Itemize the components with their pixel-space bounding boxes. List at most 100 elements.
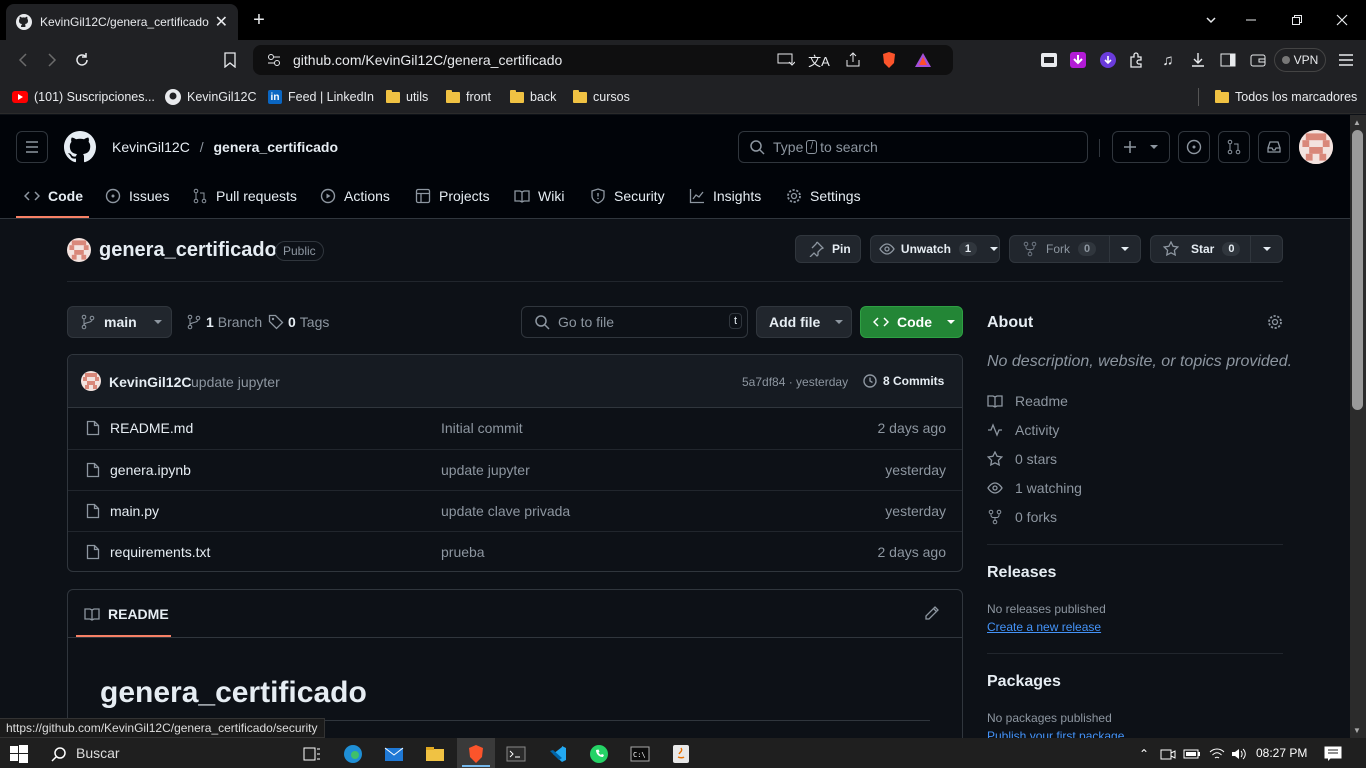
brave-shields-icon[interactable] bbox=[878, 49, 900, 71]
tab-close-icon[interactable]: ✕ bbox=[215, 12, 228, 32]
create-new-button[interactable] bbox=[1112, 131, 1170, 163]
add-file-button[interactable]: Add file bbox=[756, 306, 852, 338]
bookmark-linkedin[interactable]: in Feed | LinkedIn bbox=[268, 88, 374, 106]
branches-link[interactable]: 1 Branch bbox=[186, 314, 262, 330]
file-name[interactable]: README.md bbox=[110, 420, 193, 436]
pull-requests-button[interactable] bbox=[1218, 131, 1250, 163]
commit-hash-time[interactable]: 5a7df84 · yesterday bbox=[742, 375, 848, 389]
cast-icon[interactable] bbox=[775, 49, 797, 71]
media-icon[interactable]: ♫ bbox=[1157, 49, 1179, 71]
volume-icon[interactable] bbox=[1228, 743, 1250, 765]
commit-message[interactable]: update jupyter bbox=[191, 374, 280, 390]
tab-search-chevron-icon[interactable] bbox=[1199, 8, 1223, 32]
readme-tab[interactable]: README bbox=[84, 606, 169, 622]
tags-link[interactable]: 0 Tags bbox=[268, 314, 329, 330]
search-input[interactable]: Type / to search bbox=[738, 131, 1088, 163]
battery-icon[interactable] bbox=[1181, 743, 1203, 765]
edit-readme-icon[interactable] bbox=[924, 605, 940, 621]
windows-start-icon[interactable] bbox=[8, 743, 30, 765]
tab-settings[interactable]: Settings bbox=[786, 185, 861, 207]
about-forks-link[interactable]: 0 forks bbox=[987, 507, 1057, 527]
whatsapp-icon[interactable] bbox=[588, 743, 610, 765]
wifi-icon[interactable] bbox=[1206, 743, 1228, 765]
bookmark-folder-back[interactable]: back bbox=[510, 88, 556, 106]
releases-title[interactable]: Releases bbox=[987, 564, 1056, 582]
new-tab-icon[interactable]: + bbox=[247, 8, 271, 32]
close-window-icon[interactable] bbox=[1330, 8, 1354, 32]
table-row[interactable]: genera.ipynb update jupyter yesterday bbox=[68, 449, 962, 490]
bookmark-folder-cursos[interactable]: cursos bbox=[573, 88, 630, 106]
about-watching-link[interactable]: 1 watching bbox=[987, 478, 1082, 498]
java-app-icon[interactable] bbox=[670, 743, 692, 765]
taskbar-search-input[interactable]: Buscar bbox=[76, 745, 120, 761]
go-to-file-input[interactable]: Go to file t bbox=[521, 306, 748, 338]
tab-insights[interactable]: Insights bbox=[689, 185, 761, 207]
brave-icon[interactable] bbox=[465, 743, 487, 765]
issues-button[interactable] bbox=[1178, 131, 1210, 163]
mail-icon[interactable] bbox=[383, 743, 405, 765]
scrollbar-thumb[interactable] bbox=[1352, 130, 1363, 410]
owner-link[interactable]: KevinGil12C bbox=[112, 139, 190, 155]
commit-author[interactable]: KevinGil12C bbox=[109, 374, 191, 390]
wallet-icon[interactable] bbox=[1247, 49, 1269, 71]
tab-code[interactable]: Code bbox=[24, 185, 83, 207]
tab-wiki[interactable]: Wiki bbox=[514, 185, 564, 207]
browser-tab[interactable]: KevinGil12C/genera_certificado ✕ bbox=[6, 4, 238, 40]
about-settings-icon[interactable] bbox=[1267, 314, 1283, 330]
vpn-button[interactable]: VPN bbox=[1274, 48, 1326, 72]
notifications-icon[interactable] bbox=[1322, 743, 1344, 765]
create-release-link[interactable]: Create a new release bbox=[987, 620, 1101, 634]
hamburger-menu-button[interactable] bbox=[16, 131, 48, 163]
bookmark-all-folder[interactable]: Todos los marcadores bbox=[1215, 88, 1357, 106]
repo-title[interactable]: genera_certificado bbox=[99, 239, 277, 262]
file-explorer-icon[interactable] bbox=[424, 743, 446, 765]
clock-time[interactable]: 08:27 PM bbox=[1256, 746, 1307, 760]
pin-button[interactable]: Pin bbox=[795, 235, 861, 263]
repo-link[interactable]: genera_certificado bbox=[214, 139, 339, 155]
translate-icon[interactable]: 文A bbox=[808, 49, 830, 71]
tab-issues[interactable]: Issues bbox=[105, 185, 169, 207]
task-view-icon[interactable] bbox=[301, 743, 323, 765]
show-hidden-icons-icon[interactable]: ⌃ bbox=[1133, 743, 1155, 765]
file-name[interactable]: genera.ipynb bbox=[110, 462, 191, 478]
site-settings-icon[interactable] bbox=[267, 53, 281, 67]
packages-title[interactable]: Packages bbox=[987, 673, 1061, 691]
browser-menu-icon[interactable] bbox=[1335, 49, 1357, 71]
star-button[interactable]: Star 0 bbox=[1150, 235, 1283, 263]
user-avatar[interactable] bbox=[1299, 130, 1333, 164]
vscode-icon[interactable] bbox=[547, 743, 569, 765]
scroll-down-icon[interactable]: ▼ bbox=[1353, 726, 1361, 735]
extensions-puzzle-icon[interactable] bbox=[1126, 49, 1148, 71]
publish-package-link[interactable]: Publish your first package bbox=[987, 729, 1124, 738]
fork-button[interactable]: Fork 0 bbox=[1009, 235, 1141, 263]
file-name[interactable]: requirements.txt bbox=[110, 544, 210, 560]
taskbar-search-icon[interactable] bbox=[48, 743, 70, 765]
table-row[interactable]: main.py update clave privada yesterday bbox=[68, 490, 962, 531]
back-icon[interactable] bbox=[12, 49, 34, 71]
bookmark-github[interactable]: KevinGil12C bbox=[165, 88, 256, 106]
reload-icon[interactable] bbox=[71, 49, 93, 71]
file-commit-message[interactable]: update clave privada bbox=[441, 503, 570, 519]
terminal-icon[interactable] bbox=[505, 743, 527, 765]
share-icon[interactable] bbox=[842, 49, 864, 71]
branch-select[interactable]: main bbox=[67, 306, 172, 338]
code-button[interactable]: Code bbox=[860, 306, 963, 338]
sidebar-icon[interactable] bbox=[1217, 49, 1239, 71]
file-name[interactable]: main.py bbox=[110, 503, 159, 519]
extension-circle-icon[interactable] bbox=[1097, 49, 1119, 71]
bookmark-youtube[interactable]: (101) Suscripciones... bbox=[12, 88, 155, 106]
file-commit-message[interactable]: Initial commit bbox=[441, 420, 523, 436]
tab-security[interactable]: Security bbox=[590, 185, 665, 207]
bookmark-folder-front[interactable]: front bbox=[446, 88, 491, 106]
extension-download-icon[interactable] bbox=[1067, 49, 1089, 71]
unwatch-button[interactable]: Unwatch 1 bbox=[870, 235, 1000, 263]
scroll-up-icon[interactable]: ▲ bbox=[1353, 118, 1361, 127]
bookmark-folder-utils[interactable]: utils bbox=[386, 88, 428, 106]
inbox-button[interactable] bbox=[1258, 131, 1290, 163]
edge-icon[interactable] bbox=[342, 743, 364, 765]
file-commit-message[interactable]: update jupyter bbox=[441, 462, 530, 478]
tab-actions[interactable]: Actions bbox=[320, 185, 390, 207]
table-row[interactable]: requirements.txt prueba 2 days ago bbox=[68, 531, 962, 571]
tab-projects[interactable]: Projects bbox=[415, 185, 490, 207]
forward-icon[interactable] bbox=[41, 49, 63, 71]
